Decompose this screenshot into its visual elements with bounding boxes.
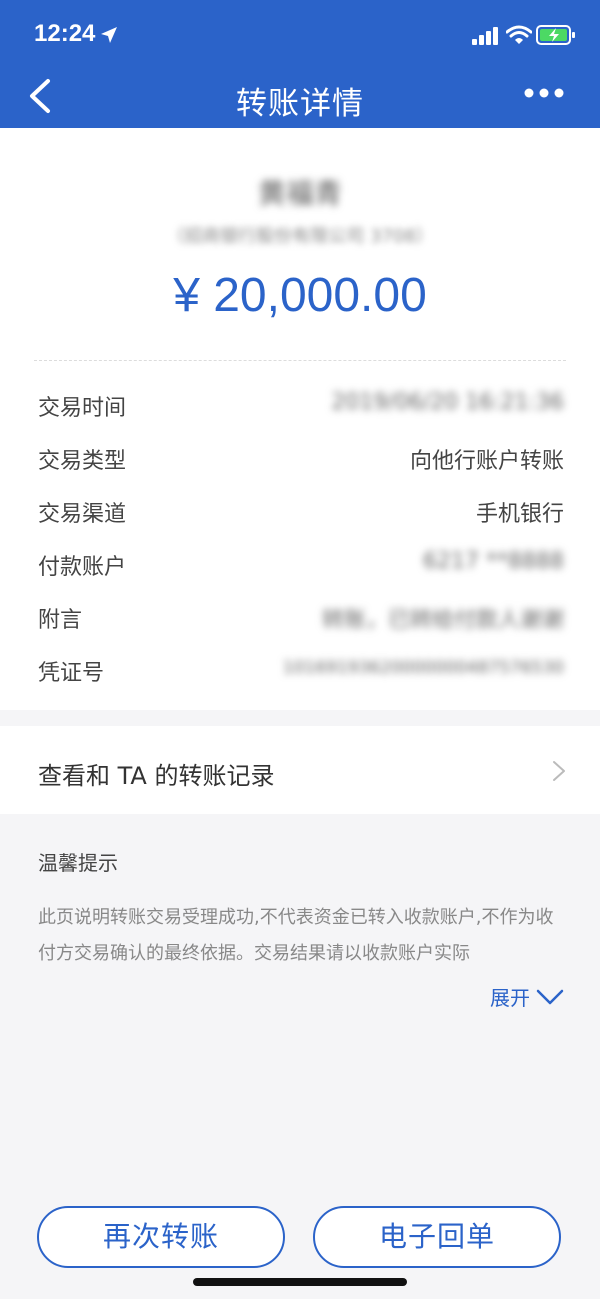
detail-value: 手机银行: [475, 502, 564, 527]
more-icon[interactable]: [524, 86, 564, 100]
navigation-bar: 转账详情: [0, 64, 600, 128]
transfer-amount: ¥ 20,000.00: [173, 269, 427, 322]
chevron-right-icon: [553, 761, 565, 781]
tips-title: 温馨提示: [38, 851, 118, 875]
chevron-down-icon: [536, 989, 564, 1004]
expand-label: 展开: [490, 986, 530, 1010]
detail-label: 凭证号: [38, 661, 105, 686]
detail-value: 向他行账户转账: [409, 449, 564, 474]
battery-charging-icon: [536, 25, 575, 45]
status-time: 12:24: [34, 20, 96, 47]
transfer-records-label: 查看和 TA 的转账记录: [38, 762, 275, 790]
header: 12:24 转账详情: [0, 0, 600, 128]
page-title: 转账详情: [236, 86, 364, 122]
detail-value: 2019/06/20 16:21:36: [331, 390, 564, 415]
detail-value: 10169193620000000487576530: [282, 658, 564, 678]
detail-row-channel: 交易渠道 手机银行: [0, 490, 600, 530]
location-arrow-icon: [101, 27, 117, 43]
detail-row-account: 付款账户 6217 **8888: [0, 543, 600, 583]
detail-row-time: 交易时间 2019/06/20 16:21:36: [0, 384, 600, 424]
detail-row-voucher: 凭证号 10169193620000000487576530: [0, 649, 600, 689]
home-indicator[interactable]: [193, 1278, 407, 1286]
detail-value: 转账，已转给付款人谢谢: [321, 608, 564, 633]
detail-label: 交易时间: [38, 396, 127, 421]
transfer-again-button[interactable]: 再次转账: [37, 1206, 285, 1268]
payee-name: 黄福青: [257, 177, 342, 210]
detail-label: 交易类型: [38, 449, 127, 474]
detail-label: 交易渠道: [38, 502, 127, 527]
tips-body: 此页说明转账交易受理成功,不代表资金已转入收款账户,不作为收付方交易确认的最终依…: [38, 907, 554, 964]
e-receipt-button[interactable]: 电子回单: [313, 1206, 561, 1268]
transfer-records-link[interactable]: 查看和 TA 的转账记录: [0, 726, 600, 814]
detail-label: 付款账户: [38, 555, 127, 580]
detail-label: 附言: [38, 608, 83, 633]
expand-tips-button[interactable]: 展开: [490, 982, 564, 1011]
detail-row-memo: 附言 转账，已转给付款人谢谢: [0, 596, 600, 636]
detail-value: 6217 **8888: [423, 549, 564, 574]
signal-icon: [472, 27, 498, 45]
wifi-icon: [506, 25, 532, 44]
payee-bank: （招商银行股份有限公司 3708）: [166, 226, 434, 247]
status-bar: 12:24: [0, 0, 600, 64]
transfer-detail-card: 黄福青 （招商银行股份有限公司 3708） ¥ 20,000.00 交易时间 2…: [0, 128, 600, 710]
dashed-divider: [34, 360, 566, 361]
detail-row-type: 交易类型 向他行账户转账: [0, 437, 600, 477]
